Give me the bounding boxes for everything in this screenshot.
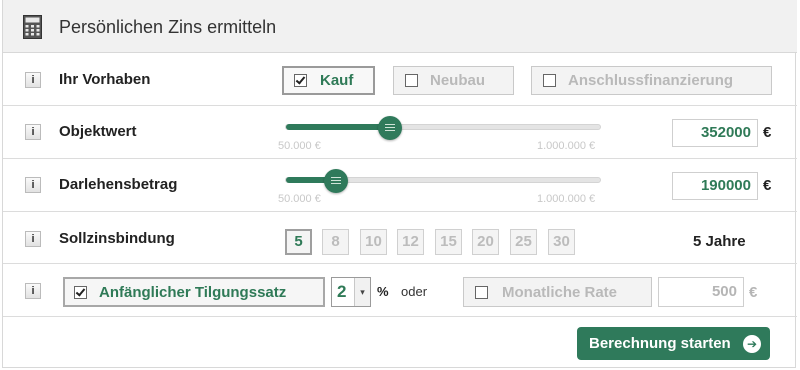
selected-years-label: 5 Jahre	[693, 233, 746, 250]
currency-label: €	[763, 124, 772, 141]
monatliche-rate-input[interactable]: 500	[658, 277, 744, 307]
year-option-20[interactable]: 20	[472, 229, 499, 255]
info-button[interactable]: i	[25, 283, 41, 299]
row-darlehensbetrag: i Darlehensbetrag 50.000 € 1.000.000 € 1…	[3, 160, 797, 212]
tilgung-select[interactable]: 2 ▾	[331, 277, 371, 307]
tilgungssatz-option[interactable]: Anfänglicher Tilgungssatz	[63, 277, 325, 307]
year-option-5[interactable]: 5	[285, 229, 312, 255]
option-kauf[interactable]: Kauf	[282, 66, 375, 95]
option-monatliche-rate[interactable]: Monatliche Rate	[463, 277, 652, 307]
chevron-down-icon[interactable]: ▾	[354, 278, 370, 306]
year-option-10[interactable]: 10	[360, 229, 387, 255]
info-button[interactable]: i	[25, 124, 41, 140]
row-vorhaben: i Ihr Vorhaben Kauf Neubau Anschlussfina…	[3, 54, 797, 106]
sollzins-label: Sollzinsbindung	[59, 230, 175, 247]
slider-handle[interactable]	[378, 116, 402, 140]
info-button[interactable]: i	[25, 72, 41, 88]
darlehen-label: Darlehensbetrag	[59, 176, 178, 193]
objektwert-input[interactable]: 352000	[672, 119, 758, 147]
berechnung-starten-button[interactable]: Berechnung starten ➔	[577, 327, 770, 360]
option-anschlussfinanzierung[interactable]: Anschlussfinanzierung	[531, 66, 772, 95]
objektwert-label: Objektwert	[59, 123, 137, 140]
arrow-right-circle-icon: ➔	[743, 335, 761, 353]
calculator-panel: Persönlichen Zins ermitteln i Ihr Vorhab…	[2, 0, 797, 368]
button-label: Berechnung starten	[589, 335, 731, 352]
slider-min-label: 50.000 €	[278, 140, 321, 152]
option-label: Monatliche Rate	[502, 284, 618, 301]
percent-label: %	[377, 284, 389, 299]
option-neubau[interactable]: Neubau	[393, 66, 514, 95]
slider-fill	[286, 124, 390, 130]
kauf-checkbox[interactable]	[294, 74, 307, 87]
calculator-icon	[23, 15, 42, 39]
row-sollzinsbindung: i Sollzinsbindung 5 8 10 12 15 20 25 30 …	[3, 213, 797, 264]
anschluss-checkbox[interactable]	[543, 74, 556, 87]
darlehen-input[interactable]: 190000	[672, 172, 758, 200]
slider-handle[interactable]	[324, 169, 348, 193]
checkmark-icon	[295, 74, 306, 85]
darlehen-slider[interactable]	[285, 169, 601, 193]
row-tilgung: i Anfänglicher Tilgungssatz 2 ▾ % oder M…	[3, 265, 797, 317]
currency-label: €	[763, 177, 772, 194]
option-label: Kauf	[320, 72, 354, 89]
slider-max-label: 1.000.000 €	[537, 140, 596, 152]
page-title: Persönlichen Zins ermitteln	[59, 17, 277, 37]
year-option-8[interactable]: 8	[322, 229, 349, 255]
year-option-15[interactable]: 15	[435, 229, 462, 255]
option-label: Neubau	[430, 72, 486, 89]
oder-label: oder	[401, 284, 428, 299]
objektwert-slider[interactable]	[285, 116, 601, 140]
checkmark-icon	[75, 286, 86, 297]
info-button[interactable]: i	[25, 177, 41, 193]
tilgung-label: Anfänglicher Tilgungssatz	[99, 284, 287, 301]
neubau-checkbox[interactable]	[405, 74, 418, 87]
year-option-30[interactable]: 30	[548, 229, 575, 255]
vorhaben-label: Ihr Vorhaben	[59, 71, 151, 88]
year-option-12[interactable]: 12	[397, 229, 424, 255]
panel-header: Persönlichen Zins ermitteln	[3, 0, 797, 53]
slider-min-label: 50.000 €	[278, 193, 321, 205]
currency-label: €	[749, 284, 758, 301]
year-option-25[interactable]: 25	[510, 229, 537, 255]
rate-checkbox[interactable]	[475, 286, 488, 299]
select-value: 2	[337, 282, 347, 301]
tilgung-checkbox[interactable]	[74, 286, 87, 299]
slider-max-label: 1.000.000 €	[537, 193, 596, 205]
info-button[interactable]: i	[25, 231, 41, 247]
row-objektwert: i Objektwert 50.000 € 1.000.000 € 352000…	[3, 107, 797, 159]
option-label: Anschlussfinanzierung	[568, 72, 734, 89]
